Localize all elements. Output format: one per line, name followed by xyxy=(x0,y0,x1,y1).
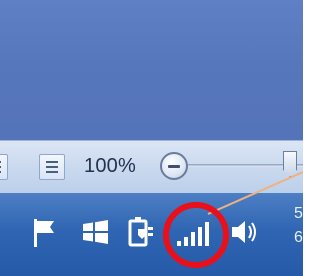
print-layout-view-button[interactable] xyxy=(0,154,8,180)
zoom-out-button[interactable] xyxy=(160,152,188,180)
signal-strength-icon[interactable] xyxy=(174,219,214,249)
windows-logo-icon[interactable] xyxy=(80,215,110,249)
taskbar: 5 6 xyxy=(0,193,303,276)
draft-view-button[interactable] xyxy=(39,154,65,180)
clock-time-fragment[interactable]: 5 xyxy=(294,205,303,223)
document-area xyxy=(0,0,303,140)
zoom-level[interactable]: 100% xyxy=(84,155,136,178)
clock-date-fragment[interactable]: 6 xyxy=(294,229,303,247)
speaker-icon[interactable] xyxy=(228,215,262,249)
flag-icon[interactable] xyxy=(30,215,60,249)
power-plug-icon[interactable] xyxy=(124,213,158,251)
status-bar: 100% xyxy=(0,140,303,193)
zoom-slider-thumb[interactable] xyxy=(283,151,297,177)
